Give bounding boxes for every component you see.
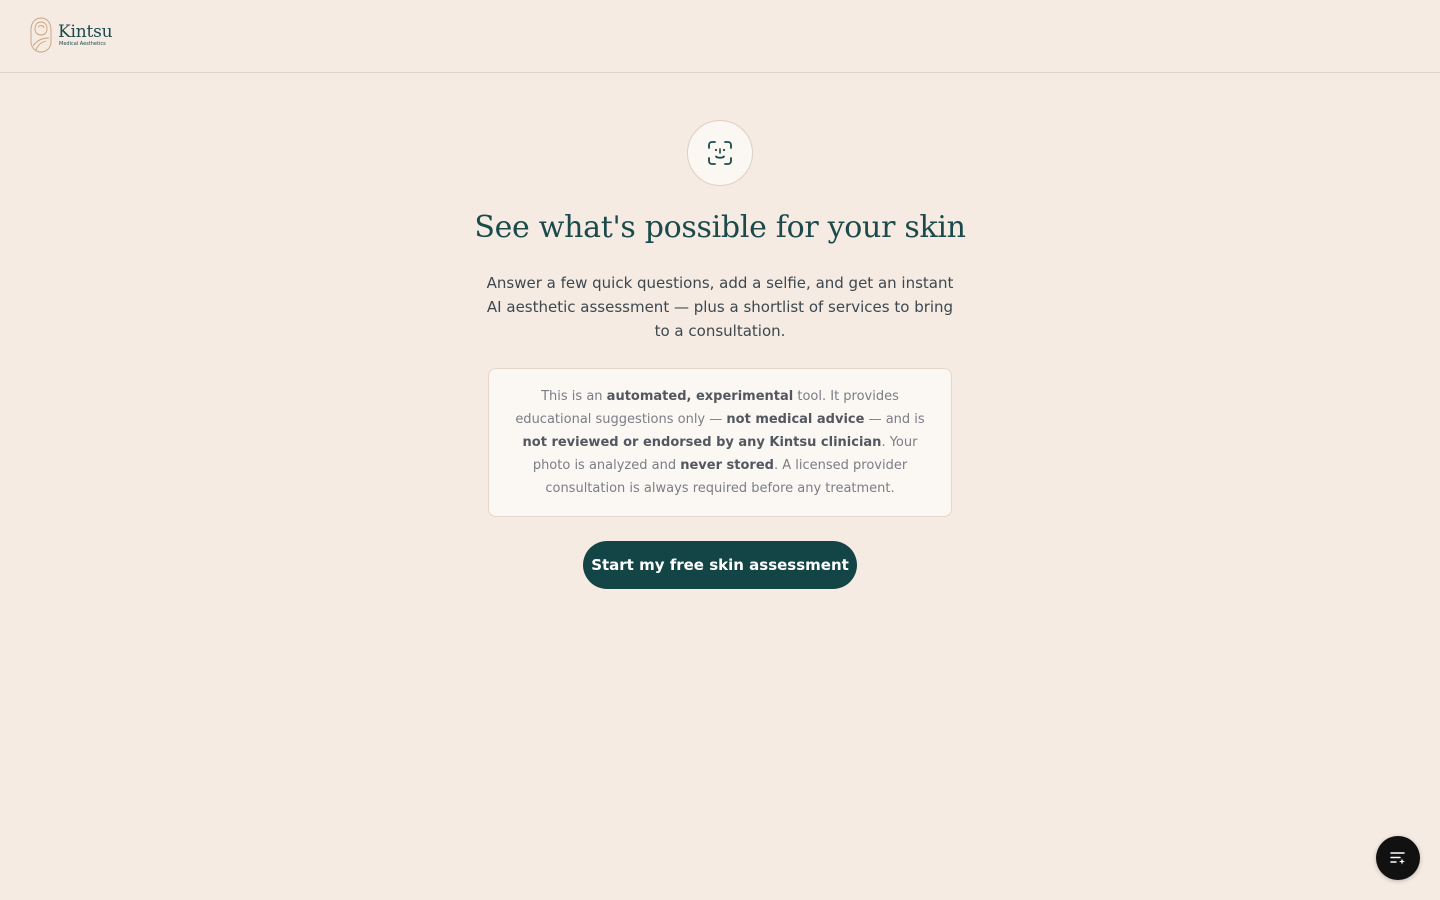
logo-name: Kintsu xyxy=(58,21,113,42)
disclaimer-box: This is an automated, experimental tool.… xyxy=(488,368,952,517)
start-assessment-button[interactable]: Start my free skin assessment xyxy=(583,541,857,589)
main-content: See what's possible for your skin Answer… xyxy=(0,73,1440,589)
assistant-fab-button[interactable] xyxy=(1376,836,1420,880)
disclaimer-emphasis: never stored xyxy=(680,458,774,473)
site-header: Kintsu Medical Aesthetics xyxy=(0,0,1440,73)
disclaimer-text: This is an xyxy=(541,389,607,404)
logo-emblem-icon xyxy=(30,17,52,53)
face-scan-badge xyxy=(687,120,753,186)
disclaimer-text: — and is xyxy=(864,412,925,427)
logo-subtitle: Medical Aesthetics xyxy=(59,40,106,47)
page-subtitle: Answer a few quick questions, add a self… xyxy=(486,274,954,340)
disclaimer-emphasis: not reviewed or endorsed by any Kintsu c… xyxy=(522,435,882,450)
logo[interactable]: Kintsu Medical Aesthetics xyxy=(28,16,113,54)
face-scan-icon xyxy=(708,141,732,165)
list-sparkle-icon xyxy=(1390,852,1405,865)
disclaimer-emphasis: automated, experimental xyxy=(606,389,794,404)
disclaimer-emphasis: not medical advice xyxy=(726,412,865,427)
page-title: See what's possible for your skin xyxy=(474,210,966,245)
